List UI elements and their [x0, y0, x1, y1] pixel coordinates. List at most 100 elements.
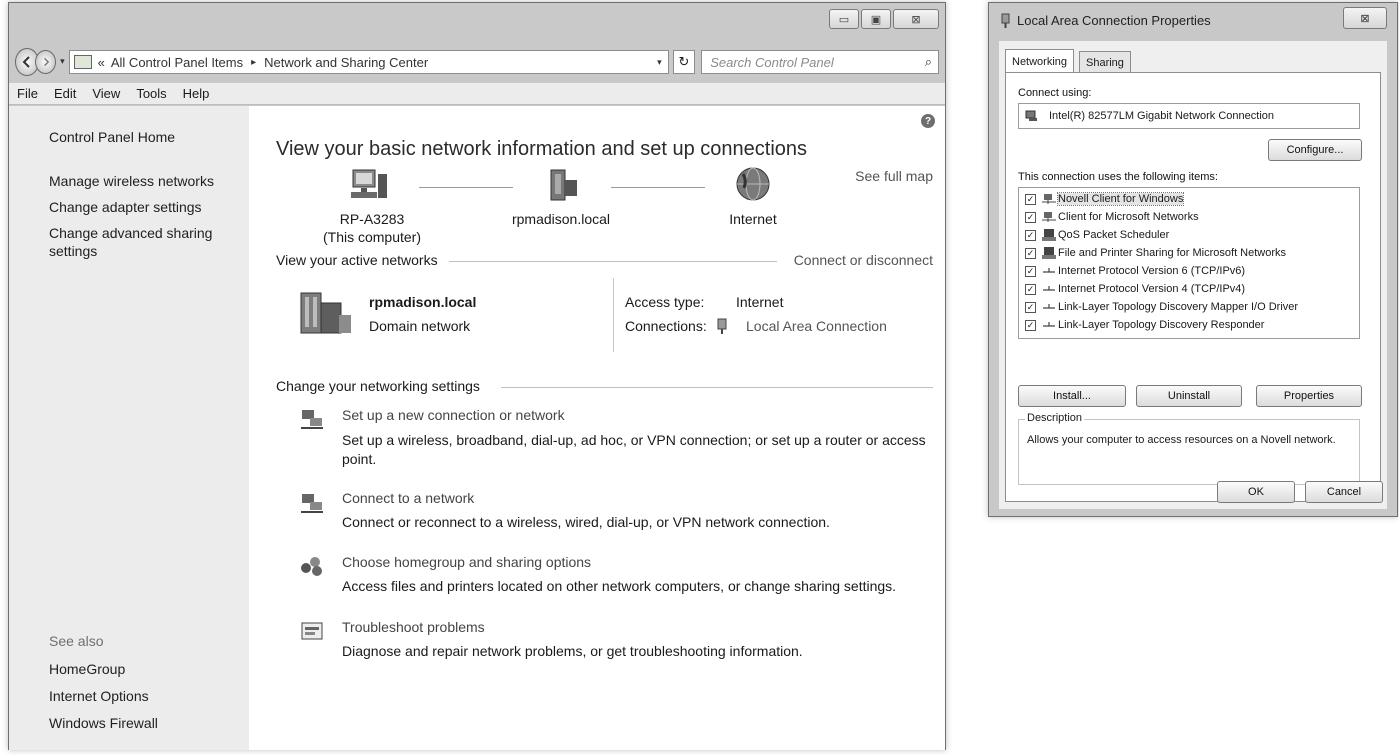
task-troubleshoot-description: Diagnose and repair network problems, or… — [342, 643, 803, 659]
description-label: Description — [1025, 412, 1085, 424]
vertical-divider — [613, 278, 614, 352]
sidebar-change-adapter-settings[interactable]: Change adapter settings — [49, 198, 202, 216]
address-bar[interactable]: « All Control Panel Items ▸ Network and … — [68, 50, 669, 74]
active-network-name: rpmadison.local — [369, 294, 477, 310]
new-connection-icon — [301, 410, 323, 429]
tab-networking[interactable]: Networking — [1005, 49, 1075, 73]
task-connect-network[interactable]: Connect to a network — [342, 490, 474, 506]
active-network-type[interactable]: Domain network — [369, 318, 470, 334]
task-setup-description: Set up a wireless, broadband, dial-up, a… — [342, 432, 926, 467]
item-checkbox[interactable]: ✓ — [1025, 265, 1036, 277]
uninstall-button[interactable]: Uninstall — [1136, 385, 1242, 407]
section-divider — [449, 261, 777, 262]
items-label: This connection uses the following items… — [1018, 171, 1218, 183]
breadcrumb-all-control-panel-items[interactable]: All Control Panel Items — [111, 55, 243, 70]
item-checkbox[interactable]: ✓ — [1025, 229, 1036, 241]
ethernet-connector-icon — [1001, 13, 1010, 28]
see-also-windows-firewall[interactable]: Windows Firewall — [49, 714, 158, 732]
item-checkbox[interactable]: ✓ — [1025, 247, 1036, 259]
menu-view[interactable]: View — [84, 86, 128, 101]
description-text: Allows your computer to access resources… — [1027, 434, 1336, 446]
computer-icon[interactable] — [349, 168, 389, 204]
forward-arrow-icon — [43, 57, 49, 67]
item-label: Internet Protocol Version 6 (TCP/IPv6) — [1058, 265, 1246, 277]
item-checkbox[interactable]: ✓ — [1025, 211, 1036, 223]
sidebar-change-advanced-sharing[interactable]: Change advanced sharing settings — [49, 224, 229, 260]
protocol-icon — [1043, 268, 1055, 273]
dialog-close-button[interactable]: ⊠ — [1343, 7, 1387, 29]
refresh-button[interactable]: ↻ — [672, 50, 696, 74]
forward-button[interactable] — [35, 50, 57, 74]
list-item[interactable]: ✓ Link-Layer Topology Discovery Responde… — [1025, 316, 1264, 334]
domain-network-icon — [300, 292, 351, 334]
search-placeholder: Search Control Panel — [710, 54, 834, 70]
ok-button[interactable]: OK — [1217, 481, 1295, 503]
minimize-button[interactable]: ▭ — [829, 9, 859, 29]
cancel-button[interactable]: Cancel — [1305, 481, 1383, 503]
item-checkbox[interactable]: ✓ — [1025, 319, 1036, 331]
menu-help[interactable]: Help — [175, 86, 218, 101]
menu-tools[interactable]: Tools — [128, 86, 174, 101]
menu-edit[interactable]: Edit — [46, 86, 84, 101]
sidebar-manage-wireless-networks[interactable]: Manage wireless networks — [49, 172, 214, 190]
breadcrumb-network-sharing-center[interactable]: Network and Sharing Center — [264, 55, 428, 70]
list-item[interactable]: ✓ Client for Microsoft Networks — [1025, 208, 1199, 226]
internet-label[interactable]: Internet — [708, 210, 798, 228]
search-icon[interactable]: ⌕ — [925, 54, 932, 70]
sidebar: Control Panel Home Manage wireless netwo… — [9, 106, 249, 750]
help-icon[interactable]: ? — [921, 114, 935, 128]
recent-pages-dropdown[interactable]: ▾ — [60, 57, 65, 67]
globe-icon[interactable] — [733, 166, 773, 202]
computer-name: RP-A3283 — [339, 211, 405, 227]
access-type-label: Access type: — [625, 294, 705, 310]
list-item[interactable]: ✓ Link-Layer Topology Discovery Mapper I… — [1025, 298, 1298, 316]
breadcrumb-separator[interactable]: ▸ — [251, 57, 256, 68]
item-label: File and Printer Sharing for Microsoft N… — [1058, 247, 1287, 259]
ethernet-connector-icon — [717, 318, 727, 334]
configure-button[interactable]: Configure... — [1268, 139, 1362, 161]
local-area-connection-link[interactable]: Local Area Connection — [746, 318, 887, 334]
list-item[interactable]: ✓ Novell Client for Windows — [1025, 190, 1185, 208]
connect-using-label: Connect using: — [1018, 87, 1092, 99]
section-divider — [501, 387, 933, 388]
task-homegroup-sharing[interactable]: Choose homegroup and sharing options — [342, 554, 591, 570]
see-also-internet-options[interactable]: Internet Options — [49, 687, 149, 705]
change-settings-header: Change your networking settings — [276, 378, 480, 394]
map-connection-line — [419, 187, 513, 188]
address-dropdown[interactable]: ▾ — [657, 57, 662, 68]
item-label: Link-Layer Topology Discovery Mapper I/O… — [1058, 301, 1299, 313]
items-list: ✓ Novell Client for Windows ✓ Client for… — [1018, 187, 1360, 339]
network-icon[interactable] — [541, 168, 581, 204]
breadcrumb-overflow[interactable]: « — [98, 55, 105, 70]
see-full-map-link[interactable]: See full map — [855, 168, 933, 184]
task-connect-description: Connect or reconnect to a wireless, wire… — [342, 514, 830, 530]
maximize-button[interactable]: ▣ — [861, 9, 891, 29]
list-item[interactable]: ✓ QoS Packet Scheduler — [1025, 226, 1169, 244]
network-name[interactable]: rpmadison.local — [496, 210, 626, 228]
connections-label: Connections: — [625, 318, 707, 334]
item-label: Novell Client for Windows — [1056, 192, 1185, 206]
list-item[interactable]: ✓ Internet Protocol Version 6 (TCP/IPv6) — [1025, 262, 1245, 280]
item-checkbox[interactable]: ✓ — [1025, 283, 1036, 295]
install-button[interactable]: Install... — [1018, 385, 1126, 407]
properties-button[interactable]: Properties — [1256, 385, 1362, 407]
close-button[interactable]: ⊠ — [893, 9, 939, 29]
task-troubleshoot[interactable]: Troubleshoot problems — [342, 619, 485, 635]
list-item[interactable]: ✓ Internet Protocol Version 4 (TCP/IPv4) — [1025, 280, 1245, 298]
homegroup-icon — [301, 557, 322, 576]
see-also-label: See also — [49, 633, 104, 649]
search-input[interactable]: Search Control Panel ⌕ — [701, 50, 939, 74]
task-setup-new-connection[interactable]: Set up a new connection or network — [342, 407, 565, 423]
item-label: Client for Microsoft Networks — [1058, 211, 1199, 223]
client-icon — [1042, 212, 1056, 222]
tab-sharing[interactable]: Sharing — [1079, 51, 1131, 73]
item-checkbox[interactable]: ✓ — [1025, 301, 1036, 313]
menu-file[interactable]: File — [9, 86, 46, 101]
item-checkbox[interactable]: ✓ — [1025, 193, 1036, 205]
menu-bar: File Edit View Tools Help — [9, 83, 945, 105]
sidebar-control-panel-home[interactable]: Control Panel Home — [49, 128, 175, 146]
list-item[interactable]: ✓ File and Printer Sharing for Microsoft… — [1025, 244, 1286, 262]
connect-or-disconnect-link[interactable]: Connect or disconnect — [794, 252, 933, 268]
protocol-icon — [1043, 304, 1055, 309]
see-also-homegroup[interactable]: HomeGroup — [49, 660, 125, 678]
